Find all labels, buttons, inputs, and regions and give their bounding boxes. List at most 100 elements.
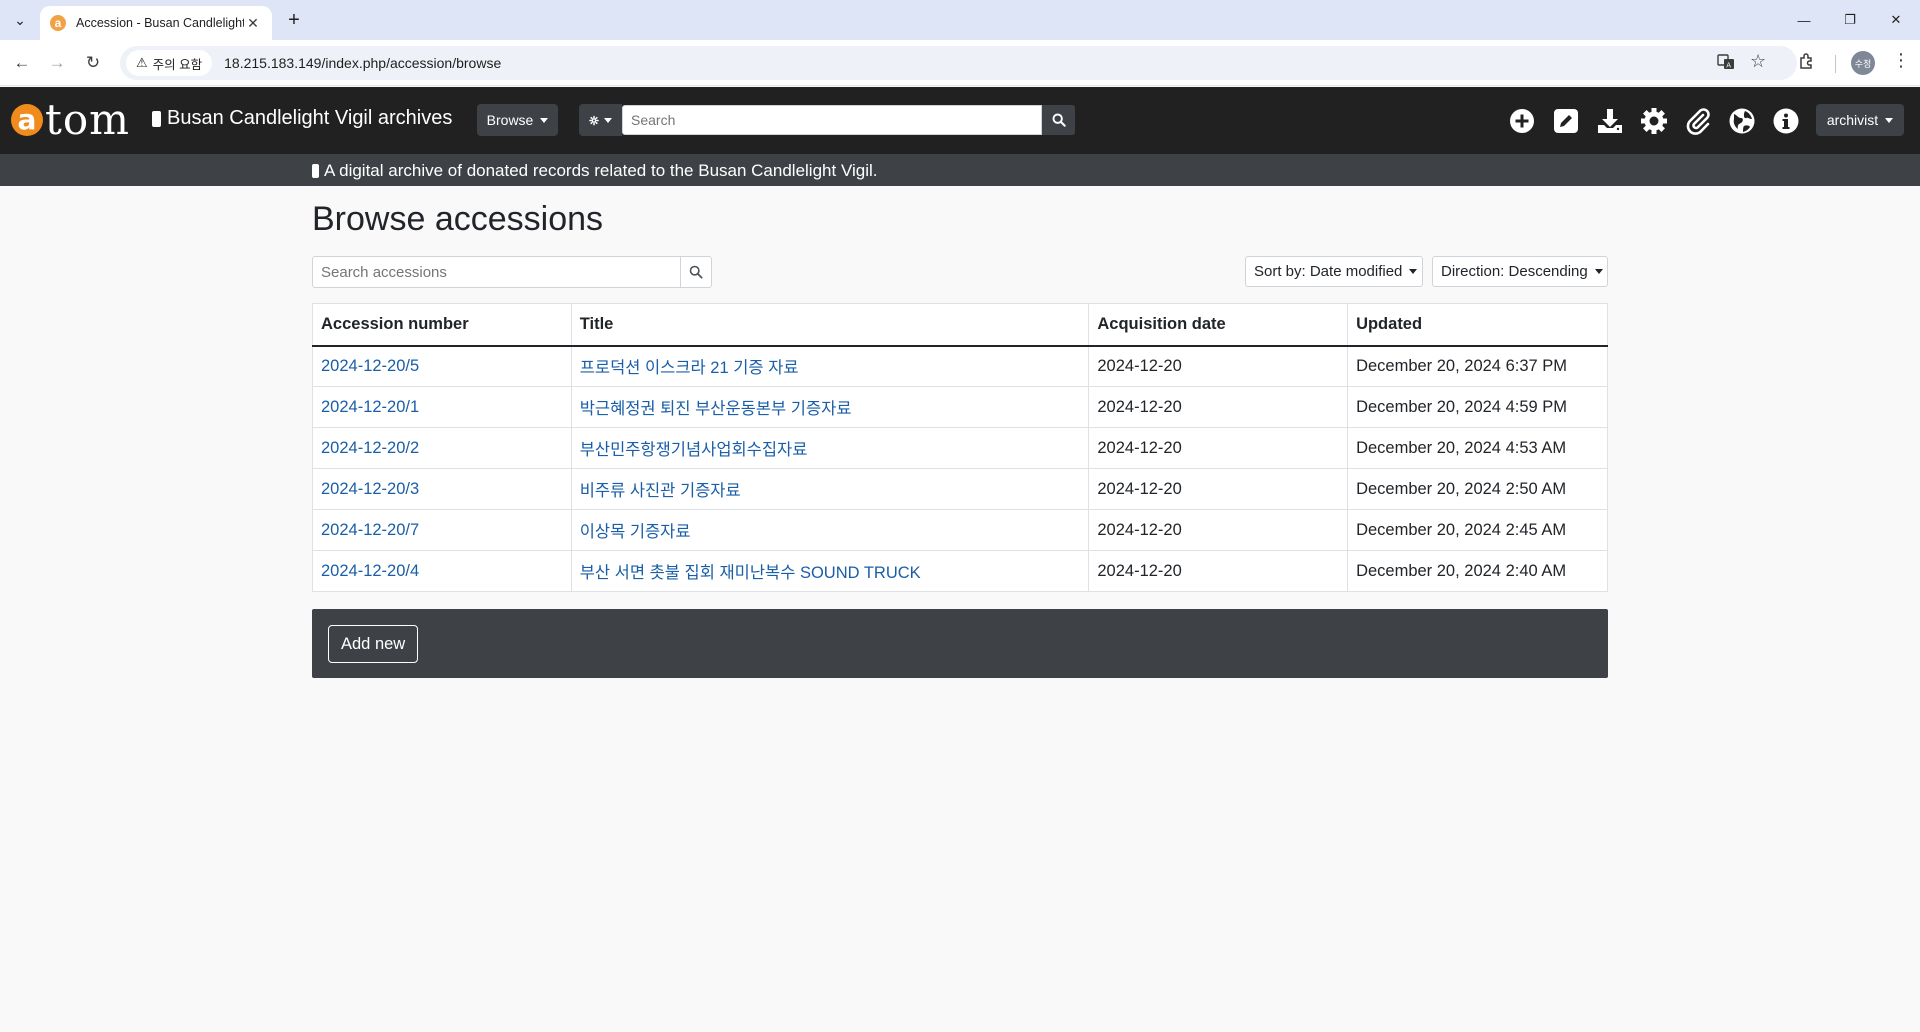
- header-search-button[interactable]: [1042, 105, 1075, 135]
- acquisition-date-cell: 2024-12-20: [1088, 427, 1349, 469]
- toolbar-divider: [1835, 55, 1836, 73]
- forward-arrow-icon[interactable]: →: [43, 49, 71, 77]
- actions-panel: Add new: [312, 609, 1608, 678]
- caret-down-icon: [540, 117, 549, 123]
- column-header-accession-number: Accession number: [312, 303, 572, 347]
- table-row: 2024-12-20/4 부산 서면 촛불 집회 재미난복수 SOUND TRU…: [312, 550, 1608, 592]
- browse-menu-button[interactable]: Browse: [477, 104, 558, 136]
- accession-search-button[interactable]: [680, 256, 712, 288]
- accession-title-link[interactable]: 부산민주항쟁기념사업회수집자료: [580, 441, 808, 459]
- gear-icon: [589, 115, 599, 125]
- accession-title-link[interactable]: 이상목 기증자료: [580, 523, 691, 541]
- url-text[interactable]: 18.215.183.149/index.php/accession/brows…: [224, 55, 501, 71]
- search-options-button[interactable]: [579, 104, 622, 136]
- add-circle-icon[interactable]: [1507, 106, 1537, 136]
- browser-tab-active[interactable]: a Accession - Busan Candlelight Vigil ar…: [40, 6, 272, 40]
- acquisition-date-cell: 2024-12-20: [1088, 509, 1349, 551]
- logo-letter: a: [11, 104, 43, 136]
- updated-cell: December 20, 2024 2:40 AM: [1347, 550, 1608, 592]
- acquisition-date-cell: 2024-12-20: [1088, 468, 1349, 510]
- title-cell: 부산민주항쟁기념사업회수집자료: [570, 427, 1090, 469]
- browser-toolbar: ← → ↻ ⚠ 주의 요함 18.215.183.149/index.php/a…: [0, 40, 1920, 86]
- browse-label: Browse: [486, 112, 534, 128]
- security-warning-chip[interactable]: ⚠ 주의 요함: [126, 50, 213, 76]
- direction-label: Direction: Descending: [1441, 263, 1588, 280]
- reload-icon[interactable]: ↻: [79, 49, 107, 77]
- updated-cell: December 20, 2024 2:50 AM: [1347, 468, 1608, 510]
- title-cell: 프로덕션 이스크라 21 기증 자료: [570, 345, 1090, 387]
- security-chip-label: 주의 요함: [152, 57, 203, 72]
- title-cell: 이상목 기증자료: [570, 509, 1090, 551]
- star-icon[interactable]: ☆: [1750, 51, 1766, 72]
- acquisition-date-cell: 2024-12-20: [1088, 550, 1349, 592]
- atom-logo[interactable]: a tom: [11, 97, 130, 143]
- tagline-bar: A digital archive of donated records rel…: [0, 154, 1920, 186]
- tab-close-icon[interactable]: ✕: [244, 15, 262, 32]
- accession-number-link[interactable]: 2024-12-20/3: [321, 480, 419, 498]
- address-bar[interactable]: ⚠ 주의 요함 18.215.183.149/index.php/accessi…: [120, 46, 1797, 80]
- translate-icon[interactable]: A: [1717, 53, 1735, 76]
- table-row: 2024-12-20/7 이상목 기증자료 2024-12-20 Decembe…: [312, 509, 1608, 551]
- info-icon[interactable]: [1771, 106, 1801, 136]
- accession-title-link[interactable]: 박근혜정권 퇴진 부산운동본부 기증자료: [580, 400, 852, 418]
- caret-down-icon: [1885, 117, 1894, 123]
- kebab-menu-icon[interactable]: ⋮: [1892, 50, 1910, 71]
- title-cell: 비주류 사진관 기증자료: [570, 468, 1090, 510]
- new-tab-plus-icon[interactable]: +: [282, 8, 306, 32]
- browser-tabstrip: ⌄ a Accession - Busan Candlelight Vigil …: [0, 0, 1920, 40]
- caret-down-icon: [1409, 269, 1418, 274]
- accession-title-link[interactable]: 비주류 사진관 기증자료: [580, 482, 741, 500]
- settings-icon[interactable]: [1639, 106, 1669, 136]
- tab-title: Accession - Busan Candlelight Vigil arch…: [76, 16, 244, 30]
- table-row: 2024-12-20/5 프로덕션 이스크라 21 기증 자료 2024-12-…: [312, 345, 1608, 387]
- extensions-icon[interactable]: [1798, 52, 1816, 75]
- import-icon[interactable]: [1595, 106, 1625, 136]
- accession-number-cell: 2024-12-20/4: [312, 550, 572, 592]
- accession-number-link[interactable]: 2024-12-20/2: [321, 439, 419, 457]
- site-glyph-icon: [152, 110, 161, 127]
- accession-number-link[interactable]: 2024-12-20/4: [321, 562, 419, 580]
- accession-number-link[interactable]: 2024-12-20/5: [321, 357, 419, 375]
- site-name: Busan Candlelight Vigil archives: [167, 107, 453, 129]
- direction-dropdown[interactable]: Direction: Descending: [1432, 256, 1608, 287]
- updated-cell: December 20, 2024 6:37 PM: [1347, 345, 1608, 387]
- tab-search-chevron-down-icon[interactable]: ⌄: [8, 8, 32, 32]
- accession-number-link[interactable]: 2024-12-20/1: [321, 398, 419, 416]
- user-menu-button[interactable]: archivist: [1816, 104, 1904, 136]
- acquisition-date-cell: 2024-12-20: [1088, 386, 1349, 428]
- caret-down-icon: [604, 117, 612, 123]
- accession-number-cell: 2024-12-20/3: [312, 468, 572, 510]
- column-header-updated: Updated: [1347, 303, 1608, 347]
- updated-cell: December 20, 2024 2:45 AM: [1347, 509, 1608, 551]
- accession-number-link[interactable]: 2024-12-20/7: [321, 521, 419, 539]
- window-close-icon[interactable]: ✕: [1873, 6, 1919, 34]
- search-icon: [1052, 113, 1066, 127]
- restore-icon[interactable]: ❐: [1827, 6, 1873, 34]
- column-header-title: Title: [570, 303, 1090, 347]
- add-new-button[interactable]: Add new: [328, 625, 419, 663]
- updated-cell: December 20, 2024 4:59 PM: [1347, 386, 1608, 428]
- clip-icon[interactable]: [1683, 106, 1713, 136]
- site-description: A digital archive of donated records rel…: [312, 161, 877, 181]
- title-cell: 박근혜정권 퇴진 부산운동본부 기증자료: [570, 386, 1090, 428]
- minimize-icon[interactable]: —: [1781, 6, 1827, 34]
- accessions-table: Accession number Title Acquisition date …: [312, 303, 1608, 592]
- sort-by-dropdown[interactable]: Sort by: Date modified: [1245, 256, 1423, 287]
- page-title: Browse accessions: [312, 200, 604, 238]
- atom-favicon-icon: a: [50, 15, 66, 31]
- globe-icon[interactable]: [1727, 106, 1757, 136]
- site-name-link[interactable]: Busan Candlelight Vigil archives: [152, 107, 452, 130]
- search-icon: [689, 265, 703, 279]
- accession-number-cell: 2024-12-20/7: [312, 509, 572, 551]
- accession-title-link[interactable]: 프로덕션 이스크라 21 기증 자료: [580, 359, 799, 377]
- header-search-input[interactable]: [622, 105, 1042, 135]
- accession-number-cell: 2024-12-20/5: [312, 345, 572, 387]
- site-header: a tom Busan Candlelight Vigil archives B…: [0, 87, 1920, 154]
- accession-search-input[interactable]: [312, 256, 681, 288]
- edit-icon[interactable]: [1551, 106, 1581, 136]
- table-header-row: Accession number Title Acquisition date …: [312, 303, 1608, 347]
- user-label: archivist: [1826, 112, 1879, 128]
- accession-title-link[interactable]: 부산 서면 촛불 집회 재미난복수 SOUND TRUCK: [580, 564, 921, 582]
- back-arrow-icon[interactable]: ←: [8, 49, 36, 77]
- profile-avatar[interactable]: 수정: [1851, 51, 1875, 75]
